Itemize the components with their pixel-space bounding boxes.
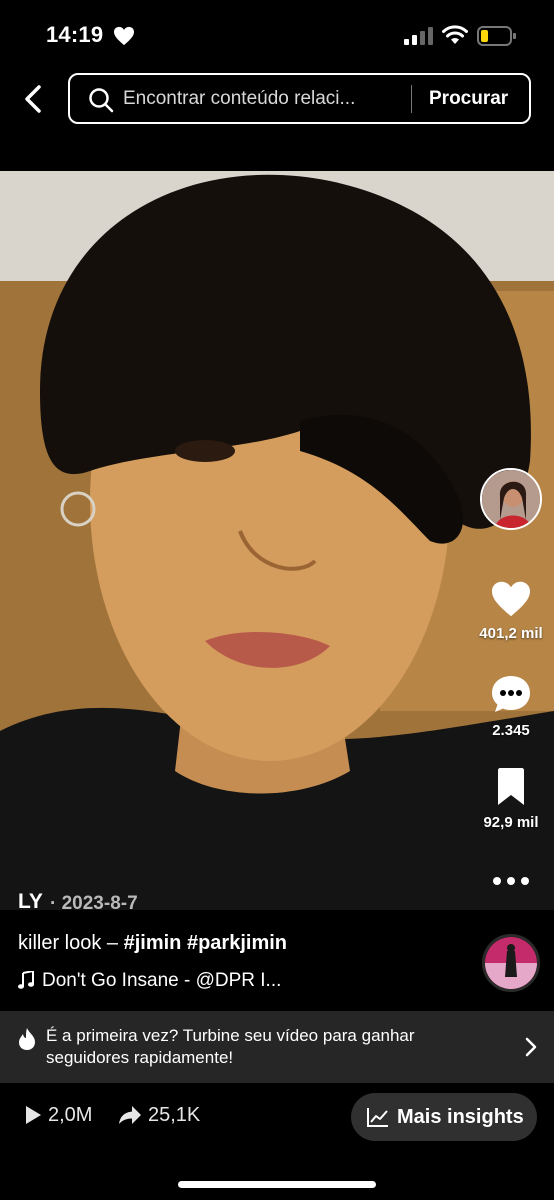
comment-action[interactable]: 2.345 [471,673,551,739]
search-input[interactable]: Encontrar conteúdo relaci... [123,88,403,110]
flame-icon [19,1028,35,1050]
comment-icon [492,676,530,712]
music-track[interactable]: Don't Go Insane - @DPR I... [18,969,282,992]
post-date: · 2023-8-7 [50,893,138,914]
chevron-right-icon [525,1037,537,1057]
search-divider [411,85,412,113]
like-count: 401,2 mil [479,625,543,642]
promo-text: É a primeira vez? Turbine seu vídeo para… [46,1026,415,1067]
shares-count: 25,1K [148,1104,201,1126]
home-indicator [178,1181,376,1188]
heart-icon [492,581,530,617]
caption-text: killer look – [18,932,124,954]
wifi-icon [442,25,468,44]
back-arrow-icon[interactable] [20,84,48,114]
shares-stat: 25,1K [118,1104,200,1127]
insights-label: Mais insights [397,1106,524,1128]
chart-line-icon [367,1108,388,1127]
music-disc[interactable] [482,934,540,992]
more-options-icon[interactable] [492,874,530,888]
music-note-icon [18,969,34,989]
signal-icon [404,27,433,45]
search-bar[interactable]: Encontrar conteúdo relaci... Procurar [68,73,531,124]
promo-banner[interactable]: É a primeira vez? Turbine seu vídeo para… [0,1011,554,1083]
heart-icon [114,26,134,46]
play-icon [26,1106,41,1124]
hashtag[interactable]: #parkjimin [187,932,287,954]
status-bar: 14:19 [0,0,554,64]
save-count: 92,9 mil [483,814,539,831]
creator-avatar[interactable] [480,468,542,530]
like-action[interactable]: 401,2 mil [471,580,551,642]
status-time: 14:19 [46,22,104,47]
bookmark-icon [498,768,524,805]
author-name[interactable]: LY [18,890,43,914]
views-stat: 2,0M [24,1104,92,1127]
search-button[interactable]: Procurar [429,88,508,110]
hashtag[interactable]: #jimin [124,932,182,954]
save-action[interactable]: 92,9 mil [471,767,551,831]
share-arrow-icon [119,1106,141,1124]
music-title: Don't Go Insane - @DPR I... [42,970,282,991]
search-icon [89,88,114,113]
battery-icon [477,26,516,46]
comment-count: 2.345 [492,722,530,739]
caption: killer look – #jimin #parkjimin [18,932,287,955]
insights-button[interactable]: Mais insights [351,1093,537,1141]
music-cover-image [485,937,537,989]
views-count: 2,0M [48,1104,93,1126]
